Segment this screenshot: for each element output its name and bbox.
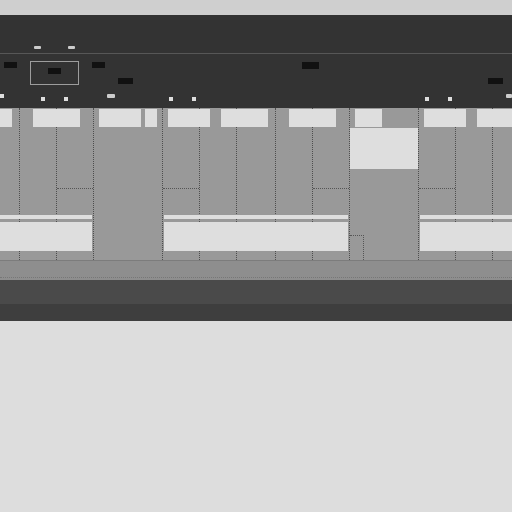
- content-panel[interactable]: [0, 222, 92, 251]
- row-guide: [313, 188, 349, 189]
- column-guide: [418, 108, 419, 260]
- content-panel[interactable]: [420, 222, 512, 251]
- header-cell[interactable]: [168, 109, 210, 127]
- column-fill: [94, 127, 162, 260]
- header-cell[interactable]: [99, 109, 141, 127]
- column-guide: [162, 108, 163, 260]
- row-guide: [57, 188, 93, 189]
- canvas-area[interactable]: [0, 108, 512, 260]
- status-bar: [0, 280, 512, 304]
- footer-bar: [0, 304, 512, 321]
- panel-top-bar: [0, 215, 92, 219]
- tool-icon-5[interactable]: [302, 62, 319, 69]
- header-cell[interactable]: [355, 109, 382, 127]
- ruler-tick: [0, 94, 4, 98]
- header-cell[interactable]: [221, 109, 268, 127]
- ruler-tick: [192, 97, 196, 101]
- tool-icon-2[interactable]: [48, 68, 61, 74]
- header-indicator-2: [68, 46, 75, 49]
- notch-guide: [350, 235, 364, 260]
- header-cell[interactable]: [33, 109, 80, 127]
- timeline-guide: [0, 277, 512, 278]
- ruler-tick: [41, 97, 45, 101]
- header-cell[interactable]: [424, 109, 466, 127]
- ruler-tick: [107, 94, 115, 98]
- ruler-tick: [506, 94, 512, 98]
- tool-icon-4[interactable]: [118, 78, 133, 84]
- content-panel[interactable]: [164, 222, 348, 251]
- highlight-block[interactable]: [350, 128, 418, 169]
- row-guide: [163, 188, 199, 189]
- header-divider: [0, 53, 512, 54]
- tool-icon-3[interactable]: [92, 62, 105, 68]
- header-indicator-1: [34, 46, 41, 49]
- header-cell[interactable]: [0, 109, 12, 127]
- header-cell[interactable]: [145, 109, 157, 127]
- panel-top-bar: [164, 215, 348, 219]
- ruler-tick: [448, 97, 452, 101]
- header-cell[interactable]: [477, 109, 512, 127]
- top-strip: [0, 0, 512, 15]
- header-cell[interactable]: [289, 109, 336, 127]
- ruler-tick: [425, 97, 429, 101]
- tool-icon-1[interactable]: [4, 62, 17, 68]
- tool-icon-6[interactable]: [488, 78, 503, 84]
- ruler-tick: [64, 97, 68, 101]
- empty-workspace: [0, 321, 512, 512]
- panel-top-bar: [420, 215, 512, 219]
- row-guide: [419, 188, 455, 189]
- ruler-tick: [169, 97, 173, 101]
